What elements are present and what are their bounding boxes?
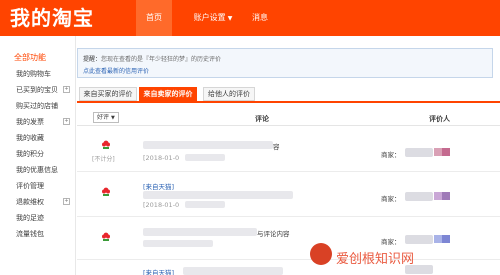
chevron-down-icon: ▼: [227, 15, 233, 22]
blurred-seller-name: [405, 148, 433, 157]
rating-filter-select[interactable]: 好评 ▼: [93, 112, 119, 123]
seller-label: 商家：: [381, 151, 401, 159]
comment-date: [2018-01-0: [143, 154, 180, 162]
seller-avatar: [442, 148, 450, 156]
tmall-source-tag[interactable]: [来自天猫]: [143, 181, 174, 191]
sidebar-item-shops[interactable]: 购买过的店铺: [16, 101, 58, 111]
blurred-date: [185, 154, 225, 161]
table-row: [来自天猫]: [77, 261, 500, 275]
rating-label: [不计分]: [92, 156, 115, 163]
watermark-text: 爱创根知识网: [336, 252, 415, 267]
nav-account-settings[interactable]: 账户设置 ▼: [184, 0, 242, 36]
blurred-comment: [143, 141, 273, 149]
nav-home[interactable]: 首页: [136, 0, 172, 36]
sidebar-item-footprints[interactable]: 我的足迹: [16, 213, 44, 223]
notice-prefix: 提醒：: [83, 56, 102, 63]
sidebar-item-favorites[interactable]: 我的收藏: [16, 133, 44, 143]
tab-from-buyers[interactable]: 来自买家的评价: [79, 87, 137, 101]
expand-toggle-icon[interactable]: +: [63, 118, 70, 125]
seller-avatar: [434, 235, 442, 243]
sidebar: 全部功能 我的购物车 已买到的宝贝 + 购买过的店铺 我的发票 + 我的收藏 我…: [0, 36, 76, 275]
seller-avatar: [434, 192, 442, 200]
seller-avatar: [442, 235, 450, 243]
sidebar-item-data-wallet[interactable]: 流量钱包: [16, 229, 44, 239]
blurred-seller-name: [405, 235, 433, 244]
blurred-date: [143, 240, 213, 247]
notice-text: 提醒：您现在查看的是『年少轻狂的梦』的历史评价: [83, 54, 221, 63]
blurred-comment: [143, 228, 257, 236]
seller-avatar: [442, 192, 450, 200]
history-notice: 提醒：您现在查看的是『年少轻狂的梦』的历史评价 点此查看最新的信用评价: [77, 48, 493, 78]
blurred-seller-name: [405, 192, 433, 201]
seller-label: 商家：: [381, 238, 401, 246]
review-tabs: 来自买家的评价 来自卖家的评价 给他人的评价: [77, 87, 500, 103]
expand-toggle-icon[interactable]: +: [63, 86, 70, 93]
sidebar-item-refunds[interactable]: 退款维权: [16, 197, 44, 207]
tmall-source-tag[interactable]: [来自天猫]: [143, 267, 174, 275]
my-taobao-logo[interactable]: 我的淘宝: [10, 3, 94, 33]
expand-toggle-icon[interactable]: +: [63, 198, 70, 205]
blurred-comment: [143, 191, 293, 199]
top-navigation-bar: 我的淘宝 首页 账户设置 ▼ 消息: [0, 0, 500, 36]
watermark-logo-icon: [310, 243, 332, 265]
tab-from-sellers[interactable]: 来自卖家的评价: [139, 87, 197, 101]
table-row: 与评论内容 商家：: [77, 218, 500, 260]
seller-avatar: [434, 148, 442, 156]
table-row: [不计分] 容 [2018-01-0 商家：: [77, 127, 500, 172]
positive-rating-flower-icon: [102, 187, 110, 196]
sidebar-item-coupons[interactable]: 我的优惠信息: [16, 165, 58, 175]
sidebar-item-reviews[interactable]: 评价管理: [16, 181, 44, 191]
rating-filter-label: 好评: [97, 114, 110, 121]
sidebar-heading: 全部功能: [14, 53, 46, 62]
comment-date: [2018-01-0: [143, 201, 180, 209]
seller-label: 商家：: [381, 195, 401, 203]
sidebar-item-invoices[interactable]: 我的发票: [16, 117, 44, 127]
table-header: 好评 ▼ 评论 评价人: [77, 110, 500, 126]
positive-rating-flower-icon: [102, 232, 110, 241]
chevron-down-icon: ▼: [111, 115, 115, 121]
comment-text: 与评论内容: [257, 230, 290, 238]
latest-reviews-link[interactable]: 点此查看最新的信用评价: [83, 66, 149, 75]
table-row: [来自天猫] [2018-01-0 商家：: [77, 173, 500, 217]
nav-account-settings-label: 账户设置: [193, 13, 226, 22]
sidebar-item-points[interactable]: 我的积分: [16, 149, 44, 159]
notice-message: 您现在查看的是『年少轻狂的梦』的历史评价: [101, 56, 222, 63]
tab-given-to-others[interactable]: 给他人的评价: [203, 87, 255, 101]
sidebar-item-purchased[interactable]: 已买到的宝贝: [16, 85, 58, 95]
comment-column-header: 评论: [255, 115, 269, 123]
comment-text: 容: [273, 143, 280, 151]
positive-rating-flower-icon: [102, 140, 110, 149]
nav-messages[interactable]: 消息: [248, 0, 272, 36]
blurred-comment: [183, 267, 283, 275]
sidebar-item-cart[interactable]: 我的购物车: [16, 69, 51, 79]
reviewer-column-header: 评价人: [429, 115, 450, 123]
blurred-date: [185, 201, 225, 208]
